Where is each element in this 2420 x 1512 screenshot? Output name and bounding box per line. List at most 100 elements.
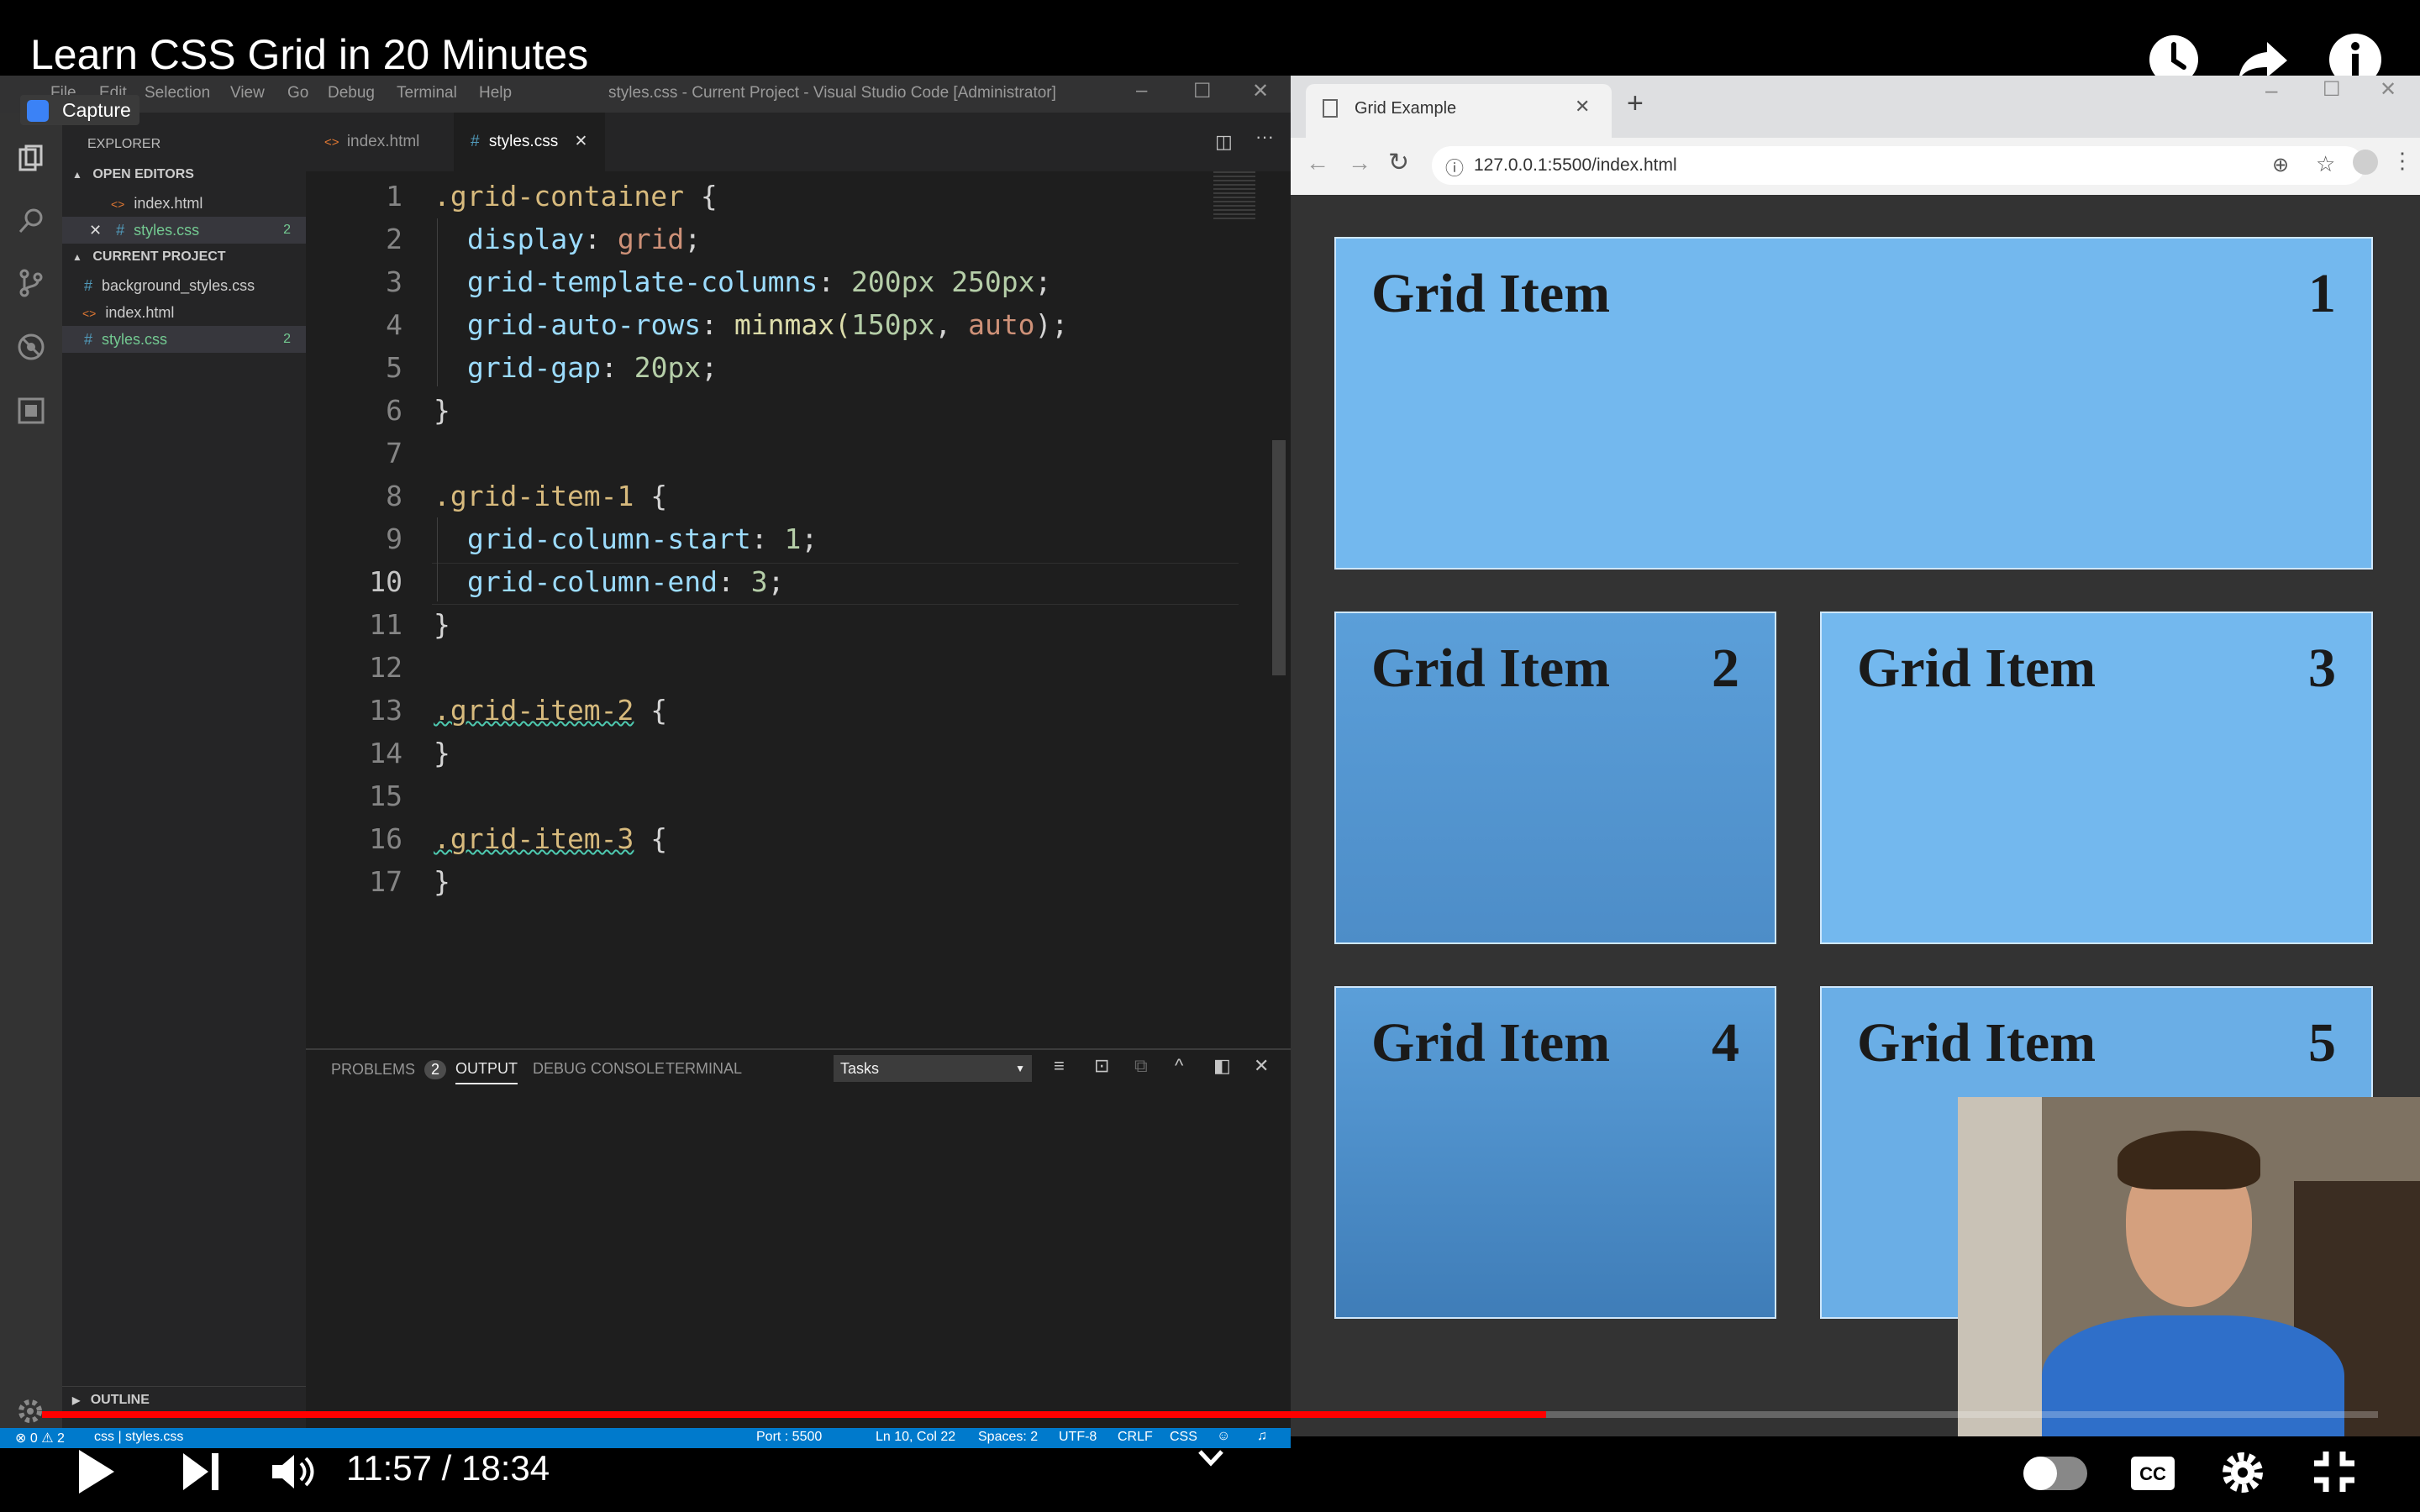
- tab-close-icon[interactable]: ✕: [575, 133, 588, 150]
- explorer-sidebar: EXPLORER ▲ OPEN EDITORS <> index.html ✕ …: [62, 113, 306, 1428]
- file-label: background_styles.css: [102, 277, 255, 294]
- file-item[interactable]: <> index.html: [62, 299, 306, 326]
- tab-problems[interactable]: PROBLEMS 2: [331, 1060, 447, 1079]
- minimap[interactable]: [1213, 171, 1255, 222]
- file-item-active[interactable]: # styles.css 2: [62, 326, 306, 353]
- video-title[interactable]: Learn CSS Grid in 20 Minutes: [30, 30, 588, 79]
- page-icon: [1323, 99, 1338, 118]
- file-label: index.html: [105, 304, 175, 321]
- grid-item-label: Grid Item: [1371, 263, 1611, 324]
- code-editor[interactable]: 1 2 3 4 5 6 7 8 9 10 11 12 13 14 15 16 1…: [306, 171, 1286, 1053]
- zoom-icon[interactable]: ⊕: [2272, 153, 2289, 177]
- tab-label: styles.css: [488, 133, 559, 150]
- tab-index-html[interactable]: <> index.html: [306, 113, 449, 171]
- address-bar[interactable]: ⓘ 127.0.0.1:5500/index.html ⊕ ☆: [1432, 146, 2365, 185]
- bookmark-star-icon[interactable]: ☆: [2316, 151, 2335, 177]
- extensions-icon[interactable]: [17, 396, 45, 429]
- webcam-overlay: [1958, 1097, 2420, 1436]
- grid-item-number: 1: [2308, 263, 2336, 324]
- new-tab-icon[interactable]: +: [1627, 87, 1644, 120]
- tab-title: Grid Example: [1355, 99, 1457, 118]
- reload-icon[interactable]: ↻: [1388, 148, 1409, 177]
- search-icon[interactable]: [17, 207, 45, 239]
- explorer-icon[interactable]: [17, 144, 45, 177]
- code-line: .grid-item-1 {: [434, 480, 668, 512]
- tab-debug-console[interactable]: DEBUG CONSOLE: [533, 1060, 665, 1078]
- extension-icon[interactable]: [2353, 150, 2378, 175]
- volume-button[interactable]: [267, 1446, 318, 1501]
- bottom-panel: PROBLEMS 2 OUTPUT DEBUG CONSOLE TERMINAL…: [306, 1048, 1291, 1430]
- menu-help[interactable]: Help: [479, 84, 512, 102]
- window-title: styles.css - Current Project - Visual St…: [608, 84, 1056, 102]
- close-button[interactable]: ✕: [2380, 77, 2396, 102]
- output-channel-select[interactable]: Tasks ▼: [834, 1055, 1032, 1082]
- clear-output-icon[interactable]: ≡: [1054, 1055, 1065, 1077]
- exit-fullscreen-icon[interactable]: [2311, 1448, 2358, 1499]
- line-number: 7: [386, 437, 402, 470]
- maximize-panel-icon[interactable]: ^: [1175, 1055, 1183, 1077]
- close-editor-icon[interactable]: ✕: [89, 222, 102, 239]
- forward-icon[interactable]: →: [1348, 150, 1371, 176]
- code-line: .grid-item-3 {: [434, 822, 668, 855]
- source-control-icon[interactable]: [17, 269, 45, 302]
- settings-gear-icon[interactable]: [2218, 1448, 2267, 1501]
- code-line: }: [434, 737, 450, 769]
- back-icon[interactable]: ←: [1306, 150, 1329, 176]
- grid-item-number: 4: [1712, 1012, 1739, 1074]
- line-number-current: 10: [369, 565, 402, 598]
- info-icon[interactable]: ⓘ: [1445, 154, 1464, 181]
- debug-icon[interactable]: [17, 333, 45, 365]
- video-player-controls: 11:57 / 18:34 CC: [0, 1394, 2420, 1512]
- capture-badge[interactable]: Capture: [20, 95, 139, 125]
- next-button[interactable]: [178, 1448, 225, 1499]
- menu-view[interactable]: View: [230, 84, 265, 102]
- split-editor-icon[interactable]: ◫: [1215, 131, 1233, 153]
- browser-tab[interactable]: Grid Example ✕: [1306, 84, 1612, 138]
- current-project-header[interactable]: ▲ CURRENT PROJECT: [62, 244, 306, 270]
- browser-tabstrip: Grid Example ✕ + – ☐ ✕: [1291, 76, 2420, 138]
- panel-layout-icon[interactable]: ◧: [1213, 1055, 1231, 1077]
- line-number: 8: [386, 480, 402, 512]
- line-number: 3: [386, 265, 402, 298]
- line-number: 16: [369, 822, 402, 855]
- minimize-button[interactable]: –: [2265, 77, 2277, 103]
- lock-scroll-icon[interactable]: ⊡: [1094, 1055, 1109, 1077]
- close-button[interactable]: ✕: [1252, 79, 1269, 103]
- open-editor-item-active[interactable]: ✕ # styles.css 2: [62, 217, 306, 244]
- open-log-icon[interactable]: ⧉: [1134, 1055, 1148, 1077]
- tab-close-icon[interactable]: ✕: [1575, 96, 1590, 118]
- menu-go[interactable]: Go: [287, 84, 308, 102]
- autoplay-toggle[interactable]: [2023, 1457, 2087, 1490]
- close-panel-icon[interactable]: ✕: [1254, 1055, 1269, 1077]
- indent-guide: [437, 517, 438, 601]
- file-item[interactable]: # background_styles.css: [62, 272, 306, 299]
- maximize-button[interactable]: ☐: [1193, 79, 1212, 103]
- progress-track[interactable]: [42, 1411, 2378, 1418]
- tab-styles-css[interactable]: # styles.css ✕: [454, 113, 605, 171]
- chevron-down-icon: ▼: [1015, 1063, 1025, 1074]
- url-text: 127.0.0.1:5500/index.html: [1474, 155, 1677, 175]
- captions-icon[interactable]: CC: [2129, 1450, 2176, 1501]
- grid-item-number: 2: [1712, 638, 1739, 699]
- menu-selection[interactable]: Selection: [145, 84, 210, 102]
- maximize-button[interactable]: ☐: [2323, 77, 2341, 102]
- editor-scrollbar[interactable]: [1272, 440, 1286, 675]
- play-button[interactable]: [72, 1446, 119, 1501]
- menu-terminal[interactable]: Terminal: [397, 84, 457, 102]
- minimize-button[interactable]: –: [1136, 79, 1147, 102]
- menu-icon[interactable]: ⋮: [2391, 148, 2413, 174]
- menu-debug[interactable]: Debug: [328, 84, 375, 102]
- tab-label: index.html: [346, 133, 420, 150]
- tab-output[interactable]: OUTPUT: [455, 1060, 518, 1084]
- activity-bar: [0, 113, 62, 1428]
- time-separator: /: [441, 1448, 452, 1488]
- grid-item-number: 3: [2308, 638, 2336, 699]
- chevron-down-icon[interactable]: [1197, 1448, 1225, 1473]
- open-editor-item[interactable]: <> index.html: [62, 190, 306, 217]
- webcam-door: [1958, 1097, 2042, 1436]
- code-line: .grid-item-2 {: [434, 694, 668, 727]
- more-actions-icon[interactable]: ···: [1255, 126, 1274, 148]
- tab-terminal[interactable]: TERMINAL: [666, 1060, 742, 1078]
- grid-item-3: Grid Item 3: [1820, 612, 2373, 944]
- open-editors-header[interactable]: ▲ OPEN EDITORS: [62, 161, 306, 188]
